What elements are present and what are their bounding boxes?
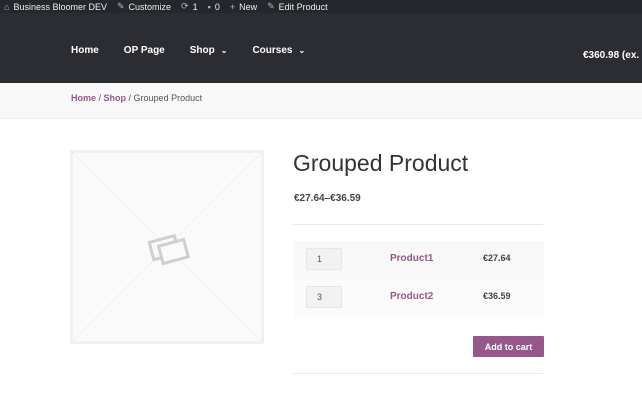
nav-home-label: Home bbox=[71, 45, 99, 56]
comment-icon: ▪ bbox=[207, 1, 211, 12]
breadcrumb-separator: / bbox=[96, 93, 104, 103]
nav-item-home[interactable]: Home bbox=[71, 45, 99, 56]
admin-site-name[interactable]: ⌂ Business Bloomer DEV bbox=[4, 2, 107, 12]
updates-count: 1 bbox=[192, 1, 198, 12]
updates-icon: ⟳ bbox=[181, 1, 189, 11]
nav-courses-label: Courses bbox=[252, 45, 293, 56]
breadcrumb-trail: Home / Shop / Grouped Product bbox=[71, 93, 202, 103]
quantity-input[interactable]: 1 bbox=[306, 248, 342, 270]
admin-comments[interactable]: ▪ 0 bbox=[208, 2, 220, 12]
breadcrumb-shop-link[interactable]: Shop bbox=[104, 93, 127, 103]
divider bbox=[293, 224, 543, 225]
admin-customize[interactable]: ✎ Customize bbox=[117, 1, 171, 12]
primary-nav: Home OP Page Shop ⌄ Courses ⌄ bbox=[71, 45, 330, 56]
product-price-range: €27.64–€36.59 bbox=[294, 193, 361, 204]
admin-updates[interactable]: ⟳ 1 bbox=[181, 1, 198, 12]
customize-label: Customize bbox=[128, 1, 172, 12]
placeholder-image-icon bbox=[73, 153, 261, 341]
grouped-products-table: 1 Product1 €27.64 3 Product2 €36.59 bbox=[294, 241, 544, 317]
nav-item-op-page[interactable]: OP Page bbox=[124, 45, 165, 56]
nav-item-shop[interactable]: Shop ⌄ bbox=[190, 45, 228, 56]
breadcrumb: Home / Shop / Grouped Product bbox=[0, 83, 642, 119]
comments-count: 0 bbox=[214, 1, 220, 12]
new-label: New bbox=[239, 1, 258, 12]
wordpress-icon: ⌂ bbox=[4, 1, 10, 12]
admin-edit-product[interactable]: ✎ Edit Product bbox=[267, 1, 328, 12]
nav-item-courses[interactable]: Courses ⌄ bbox=[252, 45, 305, 56]
site-header: Home OP Page Shop ⌄ Courses ⌄ €360.98 (e… bbox=[0, 13, 642, 83]
breadcrumb-home-link[interactable]: Home bbox=[71, 93, 96, 103]
breadcrumb-current: Grouped Product bbox=[133, 93, 203, 103]
admin-new[interactable]: + New bbox=[230, 2, 257, 12]
grouped-product-row: 3 Product2 €36.59 bbox=[294, 279, 544, 317]
product-title: Grouped Product bbox=[293, 150, 469, 176]
add-to-cart-button[interactable]: Add to cart bbox=[473, 336, 544, 357]
brush-icon: ✎ bbox=[116, 1, 125, 11]
breadcrumb-separator: / bbox=[126, 93, 134, 103]
pencil-icon: ✎ bbox=[267, 1, 275, 11]
chevron-down-icon: ⌄ bbox=[298, 46, 306, 55]
grouped-product-price: €27.64 bbox=[483, 253, 511, 263]
header-cart-total[interactable]: €360.98 (ex. V bbox=[583, 50, 642, 61]
edit-product-label: Edit Product bbox=[278, 1, 328, 12]
grouped-product-price: €36.59 bbox=[483, 291, 511, 301]
site-name-label: Business Bloomer DEV bbox=[13, 1, 107, 12]
nav-op-page-label: OP Page bbox=[123, 45, 165, 56]
chevron-down-icon: ⌄ bbox=[220, 46, 228, 55]
product-image-placeholder[interactable] bbox=[70, 150, 264, 344]
grouped-product-link[interactable]: Product2 bbox=[390, 291, 433, 302]
divider bbox=[293, 373, 543, 374]
grouped-product-row: 1 Product1 €27.64 bbox=[294, 241, 544, 279]
quantity-input[interactable]: 3 bbox=[306, 286, 342, 308]
nav-shop-label: Shop bbox=[189, 45, 215, 56]
admin-bar: ⌂ Business Bloomer DEV ✎ Customize ⟳ 1 ▪… bbox=[0, 0, 642, 13]
plus-icon: + bbox=[229, 1, 236, 12]
grouped-product-link[interactable]: Product1 bbox=[390, 253, 433, 264]
